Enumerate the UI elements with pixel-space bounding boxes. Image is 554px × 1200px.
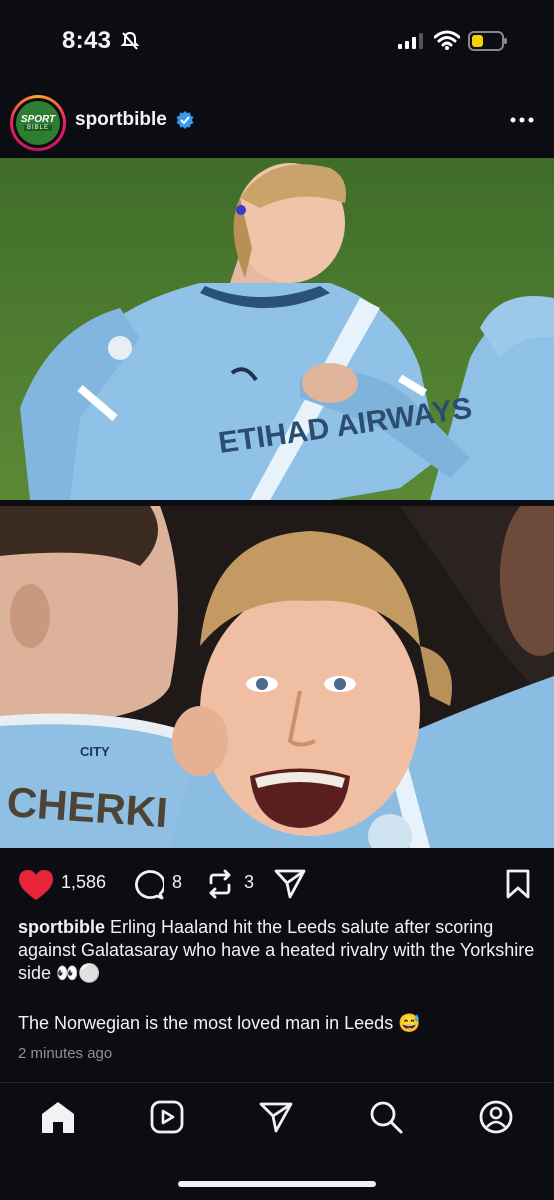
share-send-icon[interactable] [274,868,306,900]
post-header: SPORT BIBLE sportbible [0,92,554,151]
repost-icon[interactable] [205,869,235,899]
status-time: 8:43 [62,27,112,54]
post-image-top[interactable]: ETIHAD AIRWAYS [0,158,554,500]
likes-count[interactable]: 1,586 [61,872,106,893]
profile-icon[interactable] [479,1100,513,1134]
home-icon[interactable] [40,1100,76,1134]
post-image-bottom[interactable]: CITY CHERKI [0,506,554,848]
status-bar: 8:43 [0,0,554,80]
reposts-count[interactable]: 3 [244,872,254,893]
photo-player-celebrating: CITY CHERKI [0,506,554,848]
sportbible-logo: SPORT BIBLE [16,101,60,145]
silent-bell-icon [120,31,140,50]
comment-icon[interactable] [132,868,164,900]
post-timestamp: 2 minutes ago [18,1045,113,1062]
like-heart-icon[interactable] [18,869,54,901]
search-icon[interactable] [369,1100,403,1134]
caption-username[interactable]: sportbible [18,917,105,937]
comments-count[interactable]: 8 [172,872,182,893]
send-icon[interactable] [259,1101,293,1133]
club-text: CITY [80,744,110,759]
post-caption-second: The Norwegian is the most loved man in L… [18,1013,421,1033]
home-indicator[interactable] [178,1181,376,1187]
more-options-icon[interactable] [510,116,534,124]
save-bookmark-icon[interactable] [506,869,530,899]
battery-icon [468,31,507,51]
wifi-icon [434,30,460,50]
cellular-signal-icon [398,33,423,49]
avatar[interactable]: SPORT BIBLE [10,95,66,151]
post-actions: 1,586 8 3 [0,860,554,906]
verified-badge-icon [176,111,194,129]
post-username[interactable]: sportbible [75,109,167,131]
reels-icon[interactable] [150,1100,184,1134]
photo-player-running: ETIHAD AIRWAYS [0,158,554,500]
post-caption: sportbible Erling Haaland hit the Leeds … [18,916,538,985]
